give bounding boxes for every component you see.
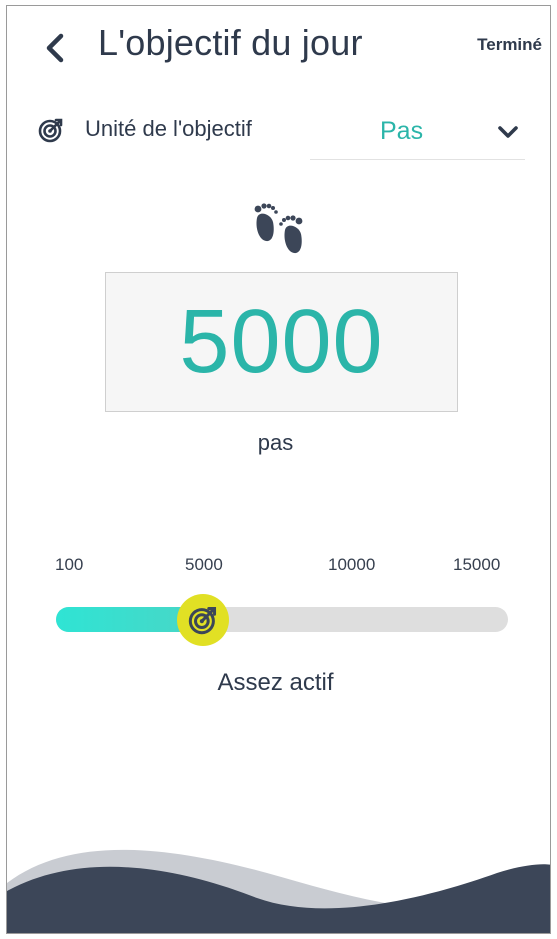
done-button[interactable]: Terminé <box>477 35 542 55</box>
page-title: L'objectif du jour <box>98 22 363 63</box>
slider-tick-label: 10000 <box>328 555 376 574</box>
target-icon <box>188 606 217 635</box>
footprints-icon <box>247 196 313 262</box>
goal-value: 5000 <box>179 292 384 392</box>
goal-unit-selected: Pas <box>380 117 424 145</box>
decorative-waves <box>7 849 550 933</box>
slider-tick-label: 100 <box>55 555 84 574</box>
activity-level-label: Assez actif <box>217 669 334 696</box>
back-button[interactable] <box>37 28 73 68</box>
slider-tick-label: 5000 <box>185 555 223 574</box>
app-screen: L'objectif du jour Terminé Unité de l'ob… <box>6 5 551 934</box>
goal-unit-dropdown[interactable]: Pas <box>310 104 525 160</box>
goal-unit-label: Unité de l'objectif <box>85 116 252 141</box>
slider-tick-label: 15000 <box>453 555 501 574</box>
chevron-left-icon <box>46 33 64 63</box>
goal-value-unit: pas <box>257 430 294 455</box>
goal-slider-thumb[interactable] <box>177 594 229 646</box>
target-icon <box>38 117 64 143</box>
chevron-down-icon <box>498 126 518 138</box>
goal-value-box[interactable]: 5000 <box>105 272 458 412</box>
goal-slider-track[interactable] <box>56 607 508 632</box>
